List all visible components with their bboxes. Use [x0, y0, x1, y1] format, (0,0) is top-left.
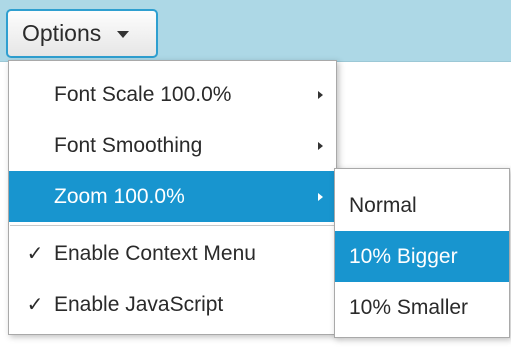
submenu-item-label: 10% Smaller: [349, 295, 469, 319]
menu-item-label: Font Smoothing: [54, 133, 203, 157]
submenu-item-10-smaller[interactable]: 10% Smaller: [335, 282, 509, 333]
chevron-down-icon: [117, 31, 130, 38]
app-toolbar: Options: [0, 0, 511, 62]
menu-separator: [10, 225, 335, 226]
options-dropdown-menu: Font Scale 100.0% Font Smoothing Zoom 10…: [8, 60, 337, 335]
options-button-label: Options: [22, 20, 102, 46]
submenu-item-10-bigger[interactable]: 10% Bigger: [335, 231, 509, 282]
submenu-item-label: Normal: [349, 193, 417, 217]
submenu-arrow-icon: [318, 90, 323, 99]
menu-item-label: Enable Context Menu: [54, 241, 256, 265]
menu-item-label: Enable JavaScript: [54, 292, 224, 316]
zoom-submenu: Normal 10% Bigger 10% Smaller: [334, 168, 510, 338]
menu-item-enable-javascript[interactable]: ✓ Enable JavaScript: [9, 279, 336, 330]
submenu-arrow-icon: [318, 141, 323, 150]
menu-item-label: Zoom 100.0%: [54, 184, 185, 208]
menu-item-label: Font Scale 100.0%: [54, 82, 232, 106]
checkmark-icon: ✓: [26, 294, 44, 316]
menu-item-enable-context-menu[interactable]: ✓ Enable Context Menu: [9, 228, 336, 279]
menu-item-font-smoothing[interactable]: Font Smoothing: [9, 120, 336, 171]
menu-item-font-scale[interactable]: Font Scale 100.0%: [9, 69, 336, 120]
checkmark-icon: ✓: [26, 243, 44, 265]
options-menu-button[interactable]: Options: [6, 9, 158, 58]
menu-item-zoom[interactable]: Zoom 100.0%: [9, 171, 336, 222]
submenu-arrow-icon: [318, 192, 323, 201]
submenu-item-label: 10% Bigger: [349, 244, 458, 268]
submenu-item-normal[interactable]: Normal: [335, 180, 509, 231]
